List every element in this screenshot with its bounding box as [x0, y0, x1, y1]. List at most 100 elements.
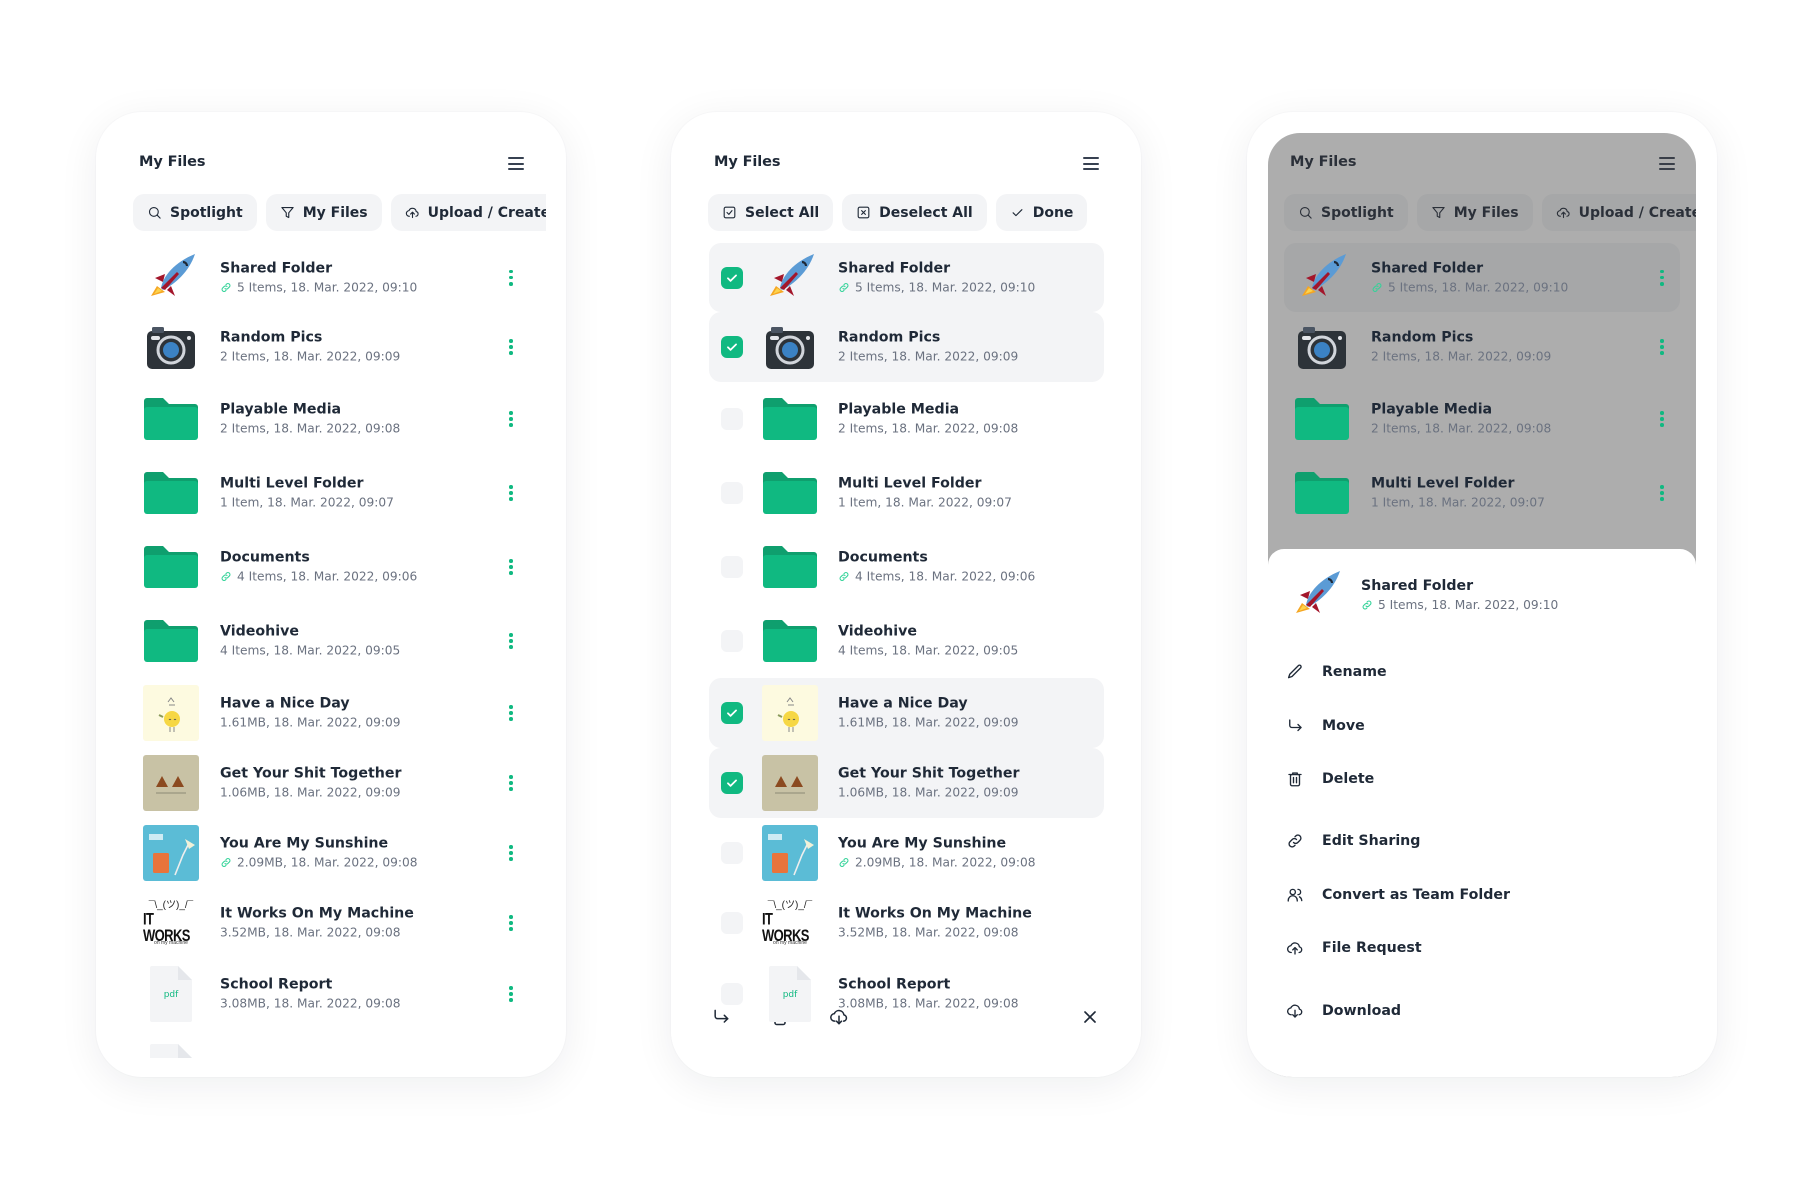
file-row[interactable]: Get Your Shit Together 1.06MB, 18. Mar. 2…: [96, 748, 566, 818]
hamburger-icon[interactable]: [1083, 157, 1099, 170]
checkbox[interactable]: [721, 556, 743, 578]
more-options-icon[interactable]: [506, 913, 516, 933]
file-row[interactable]: pdf School Report 3.08MB, 18. Mar. 2022, 0…: [96, 958, 566, 1030]
sheet-item-meta: 5 Items, 18. Mar. 2022, 09:10: [1361, 596, 1558, 614]
file-row[interactable]: You Are My Sunshine 2.09MB, 18. Mar. 2022…: [671, 818, 1141, 888]
more-options-icon[interactable]: [506, 337, 516, 357]
file-row[interactable]: ¯\_(ツ)_/¯ IT WORKS on my machine It Works…: [671, 888, 1141, 958]
checkbox-checked[interactable]: [721, 772, 743, 794]
file-meta-text: 1.06MB, 18. Mar. 2022, 09:09: [220, 785, 401, 800]
file-meta-text: 1 Item, 18. Mar. 2022, 09:07: [838, 495, 1012, 510]
file-name: Playable Media: [1371, 401, 1493, 418]
checkbox-checked[interactable]: [721, 336, 743, 358]
file-row[interactable]: Get Your Shit Together 1.06MB, 18. Mar. 2…: [671, 748, 1141, 818]
checkbox[interactable]: [721, 630, 743, 652]
pdf-file-icon: pdf: [143, 966, 199, 1022]
menu-label: Convert as Team Folder: [1322, 887, 1511, 903]
menu-move[interactable]: Move: [1286, 708, 1678, 744]
checkbox[interactable]: [721, 842, 743, 864]
more-options-icon[interactable]: [1657, 337, 1667, 357]
file-meta: 1.61MB, 18. Mar. 2022, 09:09: [220, 714, 401, 732]
file-row[interactable]: Multi Level Folder 1 Item, 18. Mar. 2022,…: [671, 456, 1141, 530]
sheet-item-name: Shared Folder: [1361, 578, 1474, 594]
file-meta: 1 Item, 18. Mar. 2022, 09:07: [838, 494, 1012, 512]
file-row[interactable]: Playable Media 2 Items, 18. Mar. 2022, 09…: [671, 382, 1141, 456]
file-row[interactable]: Random Pics 2 Items, 18. Mar. 2022, 09:09: [1268, 312, 1696, 382]
image-thumbnail: [143, 685, 199, 741]
file-row[interactable]: Shared Folder 5 Items, 18. Mar. 2022, 09:…: [96, 243, 566, 312]
spotlight-button[interactable]: Spotlight: [1284, 194, 1408, 231]
file-row[interactable]: Shared Folder 5 Items, 18. Mar. 2022, 09:…: [1268, 243, 1696, 312]
more-options-icon[interactable]: [506, 483, 516, 503]
menu-edit-sharing[interactable]: Edit Sharing: [1286, 823, 1678, 859]
menu-download[interactable]: Download: [1286, 993, 1678, 1029]
file-meta-text: 5 Items, 18. Mar. 2022, 09:10: [1388, 280, 1569, 294]
file-row[interactable]: Playable Media 2 Items, 18. Mar. 2022, 09…: [1268, 382, 1696, 456]
menu-file-request[interactable]: File Request: [1286, 930, 1678, 966]
menu-convert-as-team-folder[interactable]: Convert as Team Folder: [1286, 877, 1678, 913]
shared-link-icon: [1361, 599, 1373, 611]
spotlight-button[interactable]: Spotlight: [133, 194, 257, 231]
file-row[interactable]: Random Pics 2 Items, 18. Mar. 2022, 09:09: [96, 312, 566, 382]
my-files-button[interactable]: My Files: [265, 194, 382, 231]
file-row[interactable]: You Are My Sunshine 2.09MB, 18. Mar. 2022…: [96, 818, 566, 888]
my-files-button[interactable]: My Files: [1416, 194, 1533, 231]
more-options-icon[interactable]: [506, 557, 516, 577]
more-options-icon[interactable]: [1657, 268, 1667, 288]
file-meta: 2.09MB, 18. Mar. 2022, 09:08: [220, 854, 418, 872]
more-options-icon[interactable]: [506, 984, 516, 1004]
file-row[interactable]: Shared Folder 5 Items, 18. Mar. 2022, 09:…: [671, 243, 1141, 312]
file-row[interactable]: Videohive 4 Items, 18. Mar. 2022, 09:05: [671, 604, 1141, 678]
menu-rename[interactable]: Rename: [1286, 654, 1678, 690]
more-options-icon[interactable]: [506, 773, 516, 793]
file-row[interactable]: Have a Nice Day 1.61MB, 18. Mar. 2022, 09…: [96, 678, 566, 748]
more-options-icon[interactable]: [1657, 409, 1667, 429]
file-row[interactable]: Have a Nice Day 1.61MB, 18. Mar. 2022, 09…: [671, 678, 1141, 748]
file-meta: 4 Items, 18. Mar. 2022, 09:06: [838, 568, 1035, 586]
file-row[interactable]: Documents 4 Items, 18. Mar. 2022, 09:06: [96, 530, 566, 604]
more-options-icon[interactable]: [506, 703, 516, 723]
hamburger-icon[interactable]: [1659, 157, 1675, 170]
pdf-label: pdf: [163, 990, 179, 1000]
file-meta-text: 3.08MB, 18. Mar. 2022, 09:08: [220, 996, 401, 1011]
hamburger-icon[interactable]: [508, 157, 524, 170]
folder-icon: [762, 539, 818, 595]
checkbox[interactable]: [721, 408, 743, 430]
itworks-big: IT WORKS: [143, 909, 190, 944]
more-options-icon[interactable]: [506, 409, 516, 429]
more-options-icon[interactable]: [506, 631, 516, 651]
file-row[interactable]: Multi Level Folder 1 Item, 18. Mar. 2022,…: [96, 456, 566, 530]
file-row[interactable]: Multi Level Folder 1 Item, 18. Mar. 2022,…: [1268, 456, 1696, 530]
image-thumbnail: [762, 685, 818, 741]
file-meta: 1.06MB, 18. Mar. 2022, 09:09: [838, 784, 1019, 802]
shared-link-icon: [838, 857, 850, 869]
menu-delete[interactable]: Delete: [1286, 761, 1678, 797]
checkbox[interactable]: [721, 912, 743, 934]
select-all-button[interactable]: Select All: [708, 194, 834, 231]
file-name: Documents: [838, 549, 928, 566]
upload-create-button[interactable]: Upload / Create: [390, 194, 546, 231]
checkbox[interactable]: [721, 983, 743, 1005]
upload-create-button[interactable]: Upload / Create: [1541, 194, 1696, 231]
file-row[interactable]: ¯\_(ツ)_/¯ IT WORKS on my machine It Works…: [96, 888, 566, 958]
checkbox-checked[interactable]: [721, 266, 743, 289]
close-button[interactable]: [1078, 1005, 1102, 1029]
close-icon: [1080, 1007, 1100, 1027]
file-row[interactable]: Documents 4 Items, 18. Mar. 2022, 09:06: [671, 530, 1141, 604]
move-button[interactable]: [709, 1005, 733, 1029]
done-button[interactable]: Done: [995, 194, 1088, 231]
file-row[interactable]: Videohive 4 Items, 18. Mar. 2022, 09:05: [96, 604, 566, 678]
more-options-icon[interactable]: [1657, 483, 1667, 503]
more-options-icon[interactable]: [506, 268, 516, 288]
file-row[interactable]: Playable Media 2 Items, 18. Mar. 2022, 09…: [96, 382, 566, 456]
checkbox-checked[interactable]: [721, 702, 743, 724]
more-options-icon[interactable]: [506, 843, 516, 863]
file-meta-text: 3.08MB, 18. Mar. 2022, 09:08: [838, 996, 1019, 1011]
file-meta-text: 1 Item, 18. Mar. 2022, 09:07: [1371, 495, 1545, 510]
file-row[interactable]: Random Pics 2 Items, 18. Mar. 2022, 09:09: [671, 312, 1141, 382]
checkbox[interactable]: [721, 482, 743, 504]
file-meta-text: 1.61MB, 18. Mar. 2022, 09:09: [220, 715, 401, 730]
file-meta-text: 4 Items, 18. Mar. 2022, 09:05: [838, 643, 1019, 658]
deselect-all-button[interactable]: Deselect All: [842, 194, 987, 231]
chip-label: Deselect All: [879, 204, 973, 221]
